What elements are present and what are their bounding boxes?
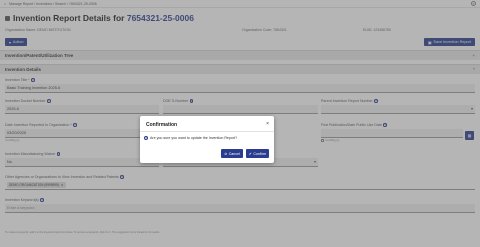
question-icon: ? — [144, 136, 148, 140]
cancel-button[interactable]: ⊘ Cancel — [221, 149, 243, 158]
confirm-button[interactable]: ✔ Confirm — [245, 149, 269, 158]
dialog-divider — [140, 131, 274, 132]
check-icon: ✔ — [248, 151, 252, 156]
confirmation-dialog: Confirmation × ? Are you sure you want t… — [140, 116, 274, 163]
dialog-message: ? Are you sure you want to update the In… — [144, 136, 238, 140]
close-icon[interactable]: × — [266, 121, 269, 127]
cancel-icon: ⊘ — [224, 151, 228, 156]
dialog-buttons: ⊘ Cancel ✔ Confirm — [221, 149, 269, 158]
dialog-title: Confirmation — [146, 122, 178, 128]
